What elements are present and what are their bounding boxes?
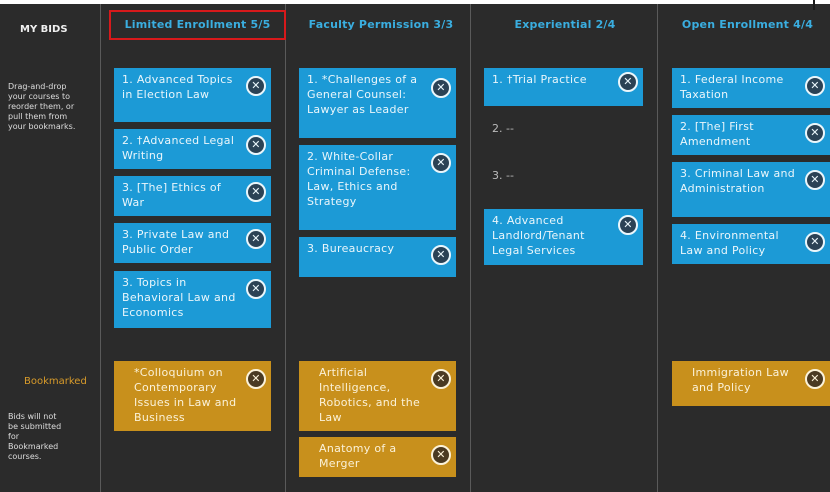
x-circle-icon[interactable]: ✕ (805, 232, 825, 252)
course-title: 4. Advanced Landlord/Tenant Legal Servic… (492, 214, 585, 257)
bookmarked-card[interactable]: *Colloquium on Contemporary Issues in La… (114, 361, 271, 431)
bid-card[interactable]: 2. White-Collar Criminal Defense: Law, E… (299, 145, 456, 230)
course-title: 3. Bureaucracy (307, 242, 395, 255)
x-circle-icon[interactable]: ✕ (618, 72, 638, 92)
x-circle-icon[interactable]: ✕ (246, 182, 266, 202)
bid-card[interactable]: 4. Environmental Law and Policy ✕ (672, 224, 830, 264)
column-divider (285, 4, 286, 492)
course-title: 2. [The] First Amendment (680, 120, 754, 148)
x-circle-icon[interactable]: ✕ (246, 369, 266, 389)
x-circle-icon[interactable]: ✕ (805, 76, 825, 96)
column-divider (100, 4, 101, 492)
course-title: 3. Criminal Law and Administration (680, 167, 796, 195)
bid-card[interactable]: 1. †Trial Practice ✕ (484, 68, 643, 106)
x-circle-icon[interactable]: ✕ (431, 369, 451, 389)
course-title: 3. [The] Ethics of War (122, 181, 222, 209)
tab-limited-enrollment[interactable]: Limited Enrollment 5/5 (109, 10, 286, 40)
bid-card[interactable]: 3. Criminal Law and Administration ✕ (672, 162, 830, 217)
bid-card[interactable]: 2. [The] First Amendment ✕ (672, 115, 830, 155)
course-title: 3. Topics in Behavioral Law and Economic… (122, 276, 236, 319)
x-circle-icon[interactable]: ✕ (805, 123, 825, 143)
bid-card[interactable]: 3. Topics in Behavioral Law and Economic… (114, 271, 271, 328)
bid-card[interactable]: 1. Advanced Topics in Election Law ✕ (114, 68, 271, 122)
x-circle-icon[interactable]: ✕ (805, 369, 825, 389)
empty-slot: 2. -- (492, 122, 514, 135)
drag-drop-instructions: Drag-and-drop your courses to reorder th… (8, 82, 76, 131)
x-circle-icon[interactable]: ✕ (805, 170, 825, 190)
course-title: 3. Private Law and Public Order (122, 228, 230, 256)
bid-card[interactable]: 2. †Advanced Legal Writing ✕ (114, 129, 271, 169)
x-circle-icon[interactable]: ✕ (431, 153, 451, 173)
course-title: Anatomy of a Merger (319, 442, 397, 470)
x-circle-icon[interactable]: ✕ (431, 245, 451, 265)
x-circle-icon[interactable]: ✕ (618, 215, 638, 235)
tab-open-enrollment[interactable]: Open Enrollment 4/4 (665, 10, 830, 40)
x-circle-icon[interactable]: ✕ (431, 445, 451, 465)
bid-card[interactable]: 1. *Challenges of a General Counsel: Law… (299, 68, 456, 138)
course-title: Immigration Law and Policy (692, 366, 789, 394)
x-circle-icon[interactable]: ✕ (431, 78, 451, 98)
empty-slot: 3. -- (492, 169, 514, 182)
top-border (0, 0, 830, 4)
bookmarked-card[interactable]: Immigration Law and Policy ✕ (672, 361, 830, 406)
course-title: 2. White-Collar Criminal Defense: Law, E… (307, 150, 411, 208)
course-title: 4. Environmental Law and Policy (680, 229, 779, 257)
course-title: Artificial Intelligence, Robotics, and t… (319, 366, 421, 424)
tab-experiential[interactable]: Experiential 2/4 (480, 10, 650, 40)
course-title: 1. Advanced Topics in Election Law (122, 73, 233, 101)
bid-card[interactable]: 3. [The] Ethics of War ✕ (114, 176, 271, 216)
course-title: 1. †Trial Practice (492, 73, 587, 86)
bid-card[interactable]: 3. Private Law and Public Order ✕ (114, 223, 271, 263)
bookmarked-note: Bids will not be submitted for Bookmarke… (8, 412, 62, 461)
course-title: *Colloquium on Contemporary Issues in La… (134, 366, 237, 424)
x-circle-icon[interactable]: ✕ (246, 76, 266, 96)
sidebar: MY BIDS Drag-and-drop your courses to re… (0, 4, 100, 492)
course-title: 1. Federal Income Taxation (680, 73, 784, 101)
bids-board: MY BIDS Drag-and-drop your courses to re… (0, 0, 830, 492)
course-title: 2. †Advanced Legal Writing (122, 134, 235, 162)
column-divider (470, 4, 471, 492)
course-title: 1. *Challenges of a General Counsel: Law… (307, 73, 418, 116)
bookmarked-card[interactable]: Anatomy of a Merger ✕ (299, 437, 456, 477)
tab-faculty-permission[interactable]: Faculty Permission 3/3 (296, 10, 466, 40)
bid-card[interactable]: 1. Federal Income Taxation ✕ (672, 68, 830, 108)
my-bids-title: MY BIDS (20, 24, 68, 35)
column-divider (657, 4, 658, 492)
x-circle-icon[interactable]: ✕ (246, 135, 266, 155)
bookmarked-label: Bookmarked (24, 376, 87, 387)
bid-card[interactable]: 4. Advanced Landlord/Tenant Legal Servic… (484, 209, 643, 265)
x-circle-icon[interactable]: ✕ (246, 279, 266, 299)
x-circle-icon[interactable]: ✕ (246, 229, 266, 249)
bookmarked-card[interactable]: Artificial Intelligence, Robotics, and t… (299, 361, 456, 431)
bid-card[interactable]: 3. Bureaucracy ✕ (299, 237, 456, 277)
scroll-indicator (813, 0, 815, 10)
